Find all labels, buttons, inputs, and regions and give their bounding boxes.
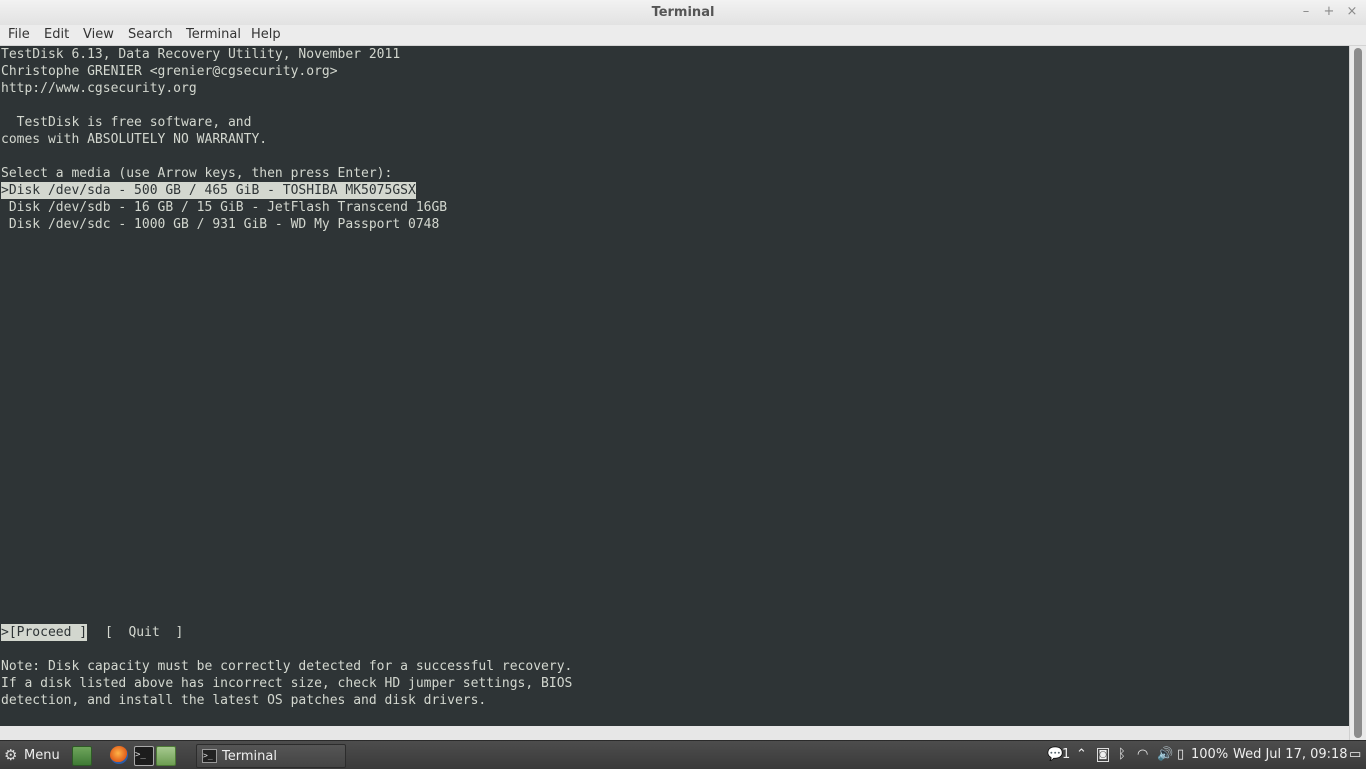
taskbar-item-terminal[interactable]: >_ Terminal xyxy=(196,744,346,768)
note-line: If a disk listed above has incorrect siz… xyxy=(1,676,573,691)
notification-count: 1 xyxy=(1062,747,1071,762)
menu-button-label: Menu xyxy=(24,747,60,763)
clock[interactable]: Wed Jul 17, 09:18 xyxy=(1233,747,1348,763)
disk-option-sda[interactable]: >Disk /dev/sda - 500 GB / 465 GiB - TOSH… xyxy=(1,182,416,199)
terminal-header-line: TestDisk 6.13, Data Recovery Utility, No… xyxy=(1,47,401,62)
note-line: Note: Disk capacity must be correctly de… xyxy=(1,659,573,674)
battery-icon[interactable]: ▯ xyxy=(1177,747,1184,763)
workspace-icon[interactable]: ▭ xyxy=(1349,747,1361,763)
network-manager-icon[interactable]: ◙ xyxy=(1097,748,1109,762)
menu-bar: File Edit View Search Terminal Help xyxy=(0,25,1366,46)
gear-icon: ⚙ xyxy=(4,746,18,764)
menu-edit[interactable]: Edit xyxy=(44,27,69,42)
battery-percentage: 100% xyxy=(1191,747,1229,762)
menu-button[interactable]: ⚙ Menu xyxy=(4,745,60,765)
scrollbar-thumb[interactable] xyxy=(1354,48,1362,738)
menu-view[interactable]: View xyxy=(83,27,114,42)
terminal-icon[interactable]: >_ xyxy=(134,746,154,766)
notification-icon[interactable]: 💬 xyxy=(1047,747,1063,763)
window-titlebar[interactable]: Terminal – + × xyxy=(0,0,1366,26)
license-line: TestDisk is free software, and xyxy=(1,115,252,130)
terminal-header-line: Christophe GRENIER <grenier@cgsecurity.o… xyxy=(1,64,338,79)
media-prompt: Select a media (use Arrow keys, then pre… xyxy=(1,166,393,181)
terminal-header-line: http://www.cgsecurity.org xyxy=(1,81,197,96)
chevron-up-icon[interactable]: ⌃ xyxy=(1076,747,1087,763)
taskbar-panel: ⚙ Menu >_ >_ Terminal 💬 1 ⌃ ◙ ᛒ ◠ 🔊 ▯ 10… xyxy=(0,740,1366,769)
menu-file[interactable]: File xyxy=(8,27,30,42)
bluetooth-icon[interactable]: ᛒ xyxy=(1118,747,1126,763)
show-desktop-icon[interactable] xyxy=(72,746,92,766)
wifi-icon[interactable]: ◠ xyxy=(1137,747,1148,763)
disk-option-sdc[interactable]: Disk /dev/sdc - 1000 GB / 931 GiB - WD M… xyxy=(1,216,439,233)
terminal-area[interactable]: TestDisk 6.13, Data Recovery Utility, No… xyxy=(0,46,1349,726)
proceed-button[interactable]: >[Proceed ] xyxy=(1,624,88,641)
volume-icon[interactable]: 🔊 xyxy=(1157,747,1173,763)
files-icon[interactable] xyxy=(156,746,176,766)
license-line: comes with ABSOLUTELY NO WARRANTY. xyxy=(1,132,268,147)
minimize-icon[interactable]: – xyxy=(1298,4,1314,20)
disk-option-sdb[interactable]: Disk /dev/sdb - 16 GB / 15 GiB - JetFlas… xyxy=(1,199,447,216)
close-icon[interactable]: × xyxy=(1344,4,1360,20)
note-line: detection, and install the latest OS pat… xyxy=(1,693,487,708)
menu-help[interactable]: Help xyxy=(251,27,281,42)
menu-terminal[interactable]: Terminal xyxy=(186,27,241,42)
menu-search[interactable]: Search xyxy=(128,27,173,42)
maximize-icon[interactable]: + xyxy=(1321,4,1337,20)
quit-button[interactable]: [ Quit ] xyxy=(105,624,183,641)
taskbar-item-label: Terminal xyxy=(222,748,277,764)
firefox-icon[interactable] xyxy=(110,746,128,764)
window-title: Terminal xyxy=(651,5,715,20)
terminal-icon: >_ xyxy=(202,749,217,763)
terminal-scrollbar[interactable] xyxy=(1349,46,1366,740)
terminal-bottom-strip xyxy=(0,726,1349,740)
